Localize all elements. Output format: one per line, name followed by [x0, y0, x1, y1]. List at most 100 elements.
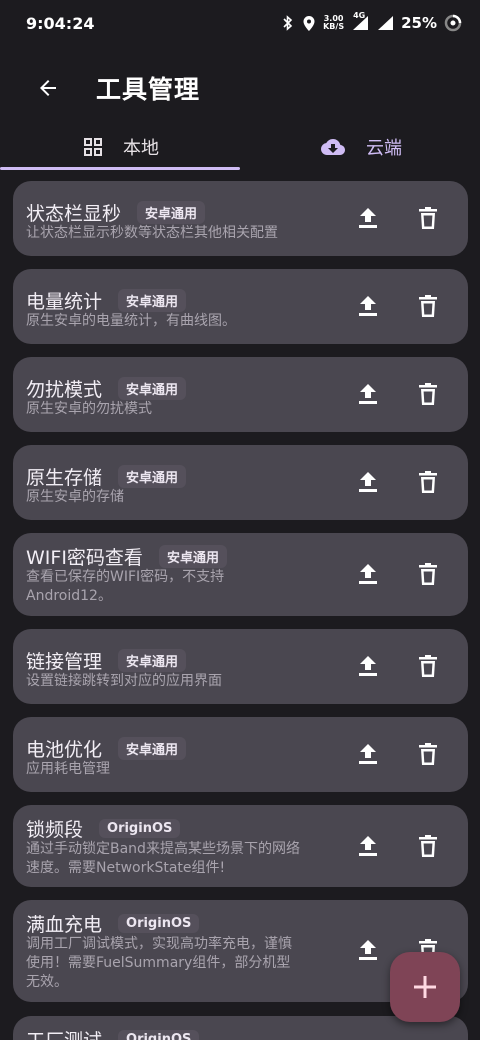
tool-description-line: 原生安卓的电量统计，有曲线图。 — [26, 313, 236, 329]
trash-icon — [419, 655, 437, 677]
status-time: 9:04:24 — [26, 13, 95, 33]
tool-tag: OriginOS — [99, 819, 181, 838]
tool-description: 原生安卓的存储 — [26, 488, 341, 507]
tool-tag: 安卓通用 — [137, 201, 206, 224]
tool-actions — [356, 562, 440, 586]
upload-button[interactable] — [356, 562, 380, 586]
app-bar: 工具管理 — [0, 60, 480, 116]
tool-tag: 安卓通用 — [118, 649, 187, 672]
tool-title-row: 勿扰模式 安卓通用 — [26, 375, 187, 402]
tool-tag: 安卓通用 — [118, 737, 187, 760]
upload-button[interactable] — [356, 294, 380, 318]
tool-name: 锁频段 — [26, 819, 84, 841]
upload-icon — [359, 472, 377, 492]
tool-description-line: 使用！需要FuelSummary组件，部分机型 — [26, 955, 291, 971]
tab-cloud[interactable]: 云端 — [240, 124, 480, 170]
upload-icon — [359, 296, 377, 316]
delete-button[interactable] — [416, 562, 440, 586]
trash-icon — [419, 383, 437, 405]
tool-name: 链接管理 — [26, 651, 103, 673]
tool-tag: 安卓通用 — [118, 465, 187, 488]
tool-title-row: 原生存储 安卓通用 — [26, 463, 187, 490]
status-icons: 3.00 KB/S 4G 25% — [281, 12, 462, 32]
tool-card[interactable]: WIFI密码查看 安卓通用 查看已保存的WIFI密码，不支持 Android12… — [13, 533, 468, 616]
tool-title-row: 状态栏显秒 安卓通用 — [26, 199, 206, 226]
battery-percent: 25% — [401, 14, 437, 32]
tool-card[interactable]: 链接管理 安卓通用 设置链接跳转到对应的应用界面 — [13, 629, 468, 704]
tool-title-row: 锁频段 OriginOS — [26, 815, 181, 842]
trash-icon — [419, 471, 437, 493]
upload-icon — [359, 656, 377, 676]
tool-name: 勿扰模式 — [26, 379, 103, 401]
back-button[interactable] — [28, 68, 68, 108]
tool-actions — [356, 206, 440, 230]
tab-local[interactable]: 本地 — [0, 124, 240, 170]
arrow-left-icon — [40, 80, 56, 96]
upload-button[interactable] — [356, 206, 380, 230]
upload-button[interactable] — [356, 834, 380, 858]
tool-name: 工厂测试 — [26, 1026, 102, 1040]
upload-icon — [359, 564, 377, 584]
upload-icon — [359, 836, 377, 856]
tool-actions — [356, 294, 440, 318]
tool-name: 原生存储 — [26, 467, 103, 489]
upload-button[interactable] — [356, 742, 380, 766]
tool-description-line: 设置链接跳转到对应的应用界面 — [26, 673, 222, 689]
tool-card[interactable]: 状态栏显秒 安卓通用 让状态栏显示秒数等状态栏其他相关配置 — [13, 181, 468, 256]
tab-indicator — [0, 167, 240, 170]
trash-icon — [419, 743, 437, 765]
tool-description-line: 原生安卓的勿扰模式 — [26, 401, 152, 417]
cellular-signal-1: 4G — [351, 12, 369, 31]
tab-local-label: 本地 — [123, 138, 159, 159]
tool-title-row: 链接管理 安卓通用 — [26, 647, 187, 674]
tool-description-line: 原生安卓的存储 — [26, 489, 124, 505]
delete-button[interactable] — [416, 654, 440, 678]
tool-description-line: 调用工厂调试模式，实现高功率充电，谨慎 — [26, 936, 292, 952]
upload-button[interactable] — [356, 938, 380, 962]
trash-icon — [419, 207, 437, 229]
upload-icon — [359, 208, 377, 228]
delete-button[interactable] — [416, 742, 440, 766]
add-tool-fab[interactable] — [390, 952, 460, 1022]
trash-icon — [419, 295, 437, 317]
delete-button[interactable] — [416, 834, 440, 858]
delete-button[interactable] — [416, 470, 440, 494]
battery-ring-icon — [444, 14, 462, 32]
upload-icon — [359, 940, 377, 960]
tool-title-row: 电量统计 安卓通用 — [26, 287, 187, 314]
tool-name: 满血充电 — [26, 914, 103, 936]
tool-tag: 安卓通用 — [158, 545, 227, 568]
tool-card[interactable]: 电池优化 安卓通用 应用耗电管理 — [13, 717, 468, 792]
tool-title-row: WIFI密码查看 安卓通用 — [26, 543, 227, 570]
delete-button[interactable] — [416, 206, 440, 230]
network-speed: 3.00 KB/S — [323, 15, 344, 31]
grid-icon — [84, 138, 102, 156]
upload-icon — [359, 744, 377, 764]
tool-actions — [356, 382, 440, 406]
cloud-download-icon — [321, 139, 345, 155]
delete-button[interactable] — [416, 294, 440, 318]
tool-card[interactable]: 锁频段 OriginOS 通过手动锁定Band来提高某些场景下的网络 速度。需要… — [13, 805, 468, 887]
tool-tag: 安卓通用 — [118, 289, 187, 312]
tool-name: 状态栏显秒 — [26, 203, 122, 225]
tool-description-line: 查看已保存的WIFI密码，不支持 — [26, 569, 225, 585]
tool-description-line: 通过手动锁定Band来提高某些场景下的网络 — [26, 841, 300, 857]
upload-button[interactable] — [356, 470, 380, 494]
tool-description: 通过手动锁定Band来提高某些场景下的网络 速度。需要NetworkState组… — [26, 840, 341, 878]
tool-title-row: 电池优化 安卓通用 — [26, 735, 187, 762]
tool-card[interactable]: 电量统计 安卓通用 原生安卓的电量统计，有曲线图。 — [13, 269, 468, 344]
tool-actions — [356, 470, 440, 494]
trash-icon — [419, 563, 437, 585]
tool-card[interactable]: 原生存储 安卓通用 原生安卓的存储 — [13, 445, 468, 520]
upload-button[interactable] — [356, 382, 380, 406]
upload-button[interactable] — [356, 654, 380, 678]
tool-description-line: 应用耗电管理 — [26, 761, 110, 777]
tool-card[interactable]: 勿扰模式 安卓通用 原生安卓的勿扰模式 — [13, 357, 468, 432]
tool-description-line: Android12。 — [26, 588, 112, 604]
page-title: 工具管理 — [96, 75, 201, 104]
tab-cloud-label: 云端 — [366, 138, 402, 159]
tool-description-line: 无效。 — [26, 974, 68, 990]
tool-description-line: 速度。需要NetworkState组件! — [26, 860, 226, 876]
delete-button[interactable] — [416, 382, 440, 406]
status-bar: 9:04:24 3.00 KB/S 4G 25% — [0, 0, 480, 46]
